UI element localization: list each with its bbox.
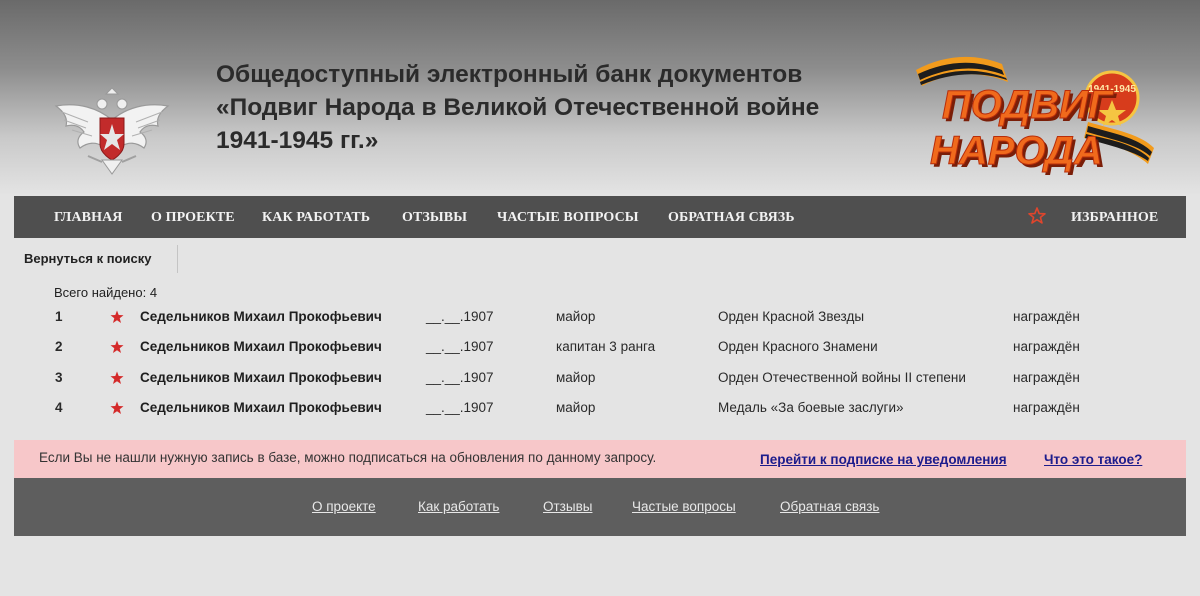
logo-word-1: ПОДВИГ — [942, 83, 1115, 127]
result-row[interactable]: 2 Седельников Михаил Прокофьевич __.__.1… — [0, 334, 1200, 360]
result-birth-date: __.__.1907 — [426, 339, 494, 354]
nav-item-about[interactable]: О ПРОЕКТЕ — [151, 196, 235, 238]
footer-nav: О проекте Как работать Отзывы Частые воп… — [14, 478, 1186, 536]
notice-text: Если Вы не нашли нужную запись в базе, м… — [39, 450, 657, 465]
result-status: награждён — [1013, 309, 1080, 324]
nav-item-home[interactable]: ГЛАВНАЯ — [54, 196, 123, 238]
main-nav: ГЛАВНАЯ О ПРОЕКТЕ КАК РАБОТАТЬ ОТЗЫВЫ ЧА… — [14, 196, 1186, 238]
result-birth-date: __.__.1907 — [426, 309, 494, 324]
site-title-line-3: 1941-1945 гг.» — [216, 127, 379, 154]
result-rank: майор — [556, 370, 596, 385]
nav-item-favorites[interactable]: ИЗБРАННОЕ — [1071, 196, 1158, 238]
result-number: 4 — [55, 400, 63, 415]
result-award: Орден Красной Звезды — [718, 309, 865, 324]
result-status: награждён — [1013, 400, 1080, 415]
result-award: Орден Красного Знамени — [718, 339, 878, 354]
result-row[interactable]: 1 Седельников Михаил Прокофьевич __.__.1… — [0, 304, 1200, 330]
back-to-search-link[interactable]: Вернуться к поиску — [24, 245, 178, 273]
result-rank: майор — [556, 400, 596, 415]
site-title: Общедоступный электронный банк документо… — [216, 58, 906, 157]
result-birth-date: __.__.1907 — [426, 370, 494, 385]
logo-word-2: НАРОДА — [930, 129, 1103, 173]
result-status: награждён — [1013, 370, 1080, 385]
results-total: Всего найдено: 4 — [54, 285, 158, 300]
result-award: Орден Отечественной войны II степени — [718, 370, 966, 385]
result-rank: капитан 3 ранга — [556, 339, 656, 354]
result-rank: майор — [556, 309, 596, 324]
result-number: 3 — [55, 370, 63, 385]
red-star-icon — [110, 401, 124, 414]
nav-item-reviews[interactable]: ОТЗЫВЫ — [402, 196, 467, 238]
footer-link-faq[interactable]: Частые вопросы — [632, 478, 736, 536]
result-birth-date: __.__.1907 — [426, 400, 494, 415]
what-is-this-link[interactable]: Что это такое? — [1044, 440, 1142, 480]
site-header: Общедоступный электронный банк документо… — [0, 0, 1200, 196]
result-number: 2 — [55, 339, 63, 354]
double-headed-eagle-emblem-icon — [54, 87, 170, 175]
result-name[interactable]: Седельников Михаил Прокофьевич — [140, 304, 382, 330]
nav-item-feedback[interactable]: ОБРАТНАЯ СВЯЗЬ — [668, 196, 795, 238]
red-star-icon — [110, 340, 124, 353]
footer-link-feedback[interactable]: Обратная связь — [780, 478, 879, 536]
result-status: награждён — [1013, 339, 1080, 354]
nav-item-faq[interactable]: ЧАСТЫЕ ВОПРОСЫ — [497, 196, 639, 238]
red-star-icon — [110, 371, 124, 384]
result-award: Медаль «За боевые заслуги» — [718, 400, 904, 415]
podvig-naroda-logo[interactable]: 1941-1945 ПОДВИГ ПОДВИГ НАРОДА НАРОДА — [912, 52, 1158, 178]
result-row[interactable]: 3 Седельников Михаил Прокофьевич __.__.1… — [0, 365, 1200, 391]
result-name[interactable]: Седельников Михаил Прокофьевич — [140, 334, 382, 360]
footer-link-reviews[interactable]: Отзывы — [543, 478, 592, 536]
result-number: 1 — [55, 309, 63, 324]
nav-item-how-to[interactable]: КАК РАБОТАТЬ — [262, 196, 370, 238]
footer-link-how-to[interactable]: Как работать — [418, 478, 499, 536]
site-title-line-2: «Подвиг Народа в Великой Отечественной в… — [216, 94, 820, 121]
red-star-icon — [110, 310, 124, 323]
subscribe-link[interactable]: Перейти к подписке на уведомления — [760, 440, 1007, 480]
site-title-line-1: Общедоступный электронный банк документо… — [216, 61, 803, 88]
subscription-notice: Если Вы не нашли нужную запись в базе, м… — [14, 440, 1186, 478]
star-outline-icon[interactable] — [1027, 206, 1047, 226]
footer-link-about[interactable]: О проекте — [312, 478, 376, 536]
result-name[interactable]: Седельников Михаил Прокофьевич — [140, 365, 382, 391]
result-row[interactable]: 4 Седельников Михаил Прокофьевич __.__.1… — [0, 395, 1200, 421]
result-name[interactable]: Седельников Михаил Прокофьевич — [140, 395, 382, 421]
